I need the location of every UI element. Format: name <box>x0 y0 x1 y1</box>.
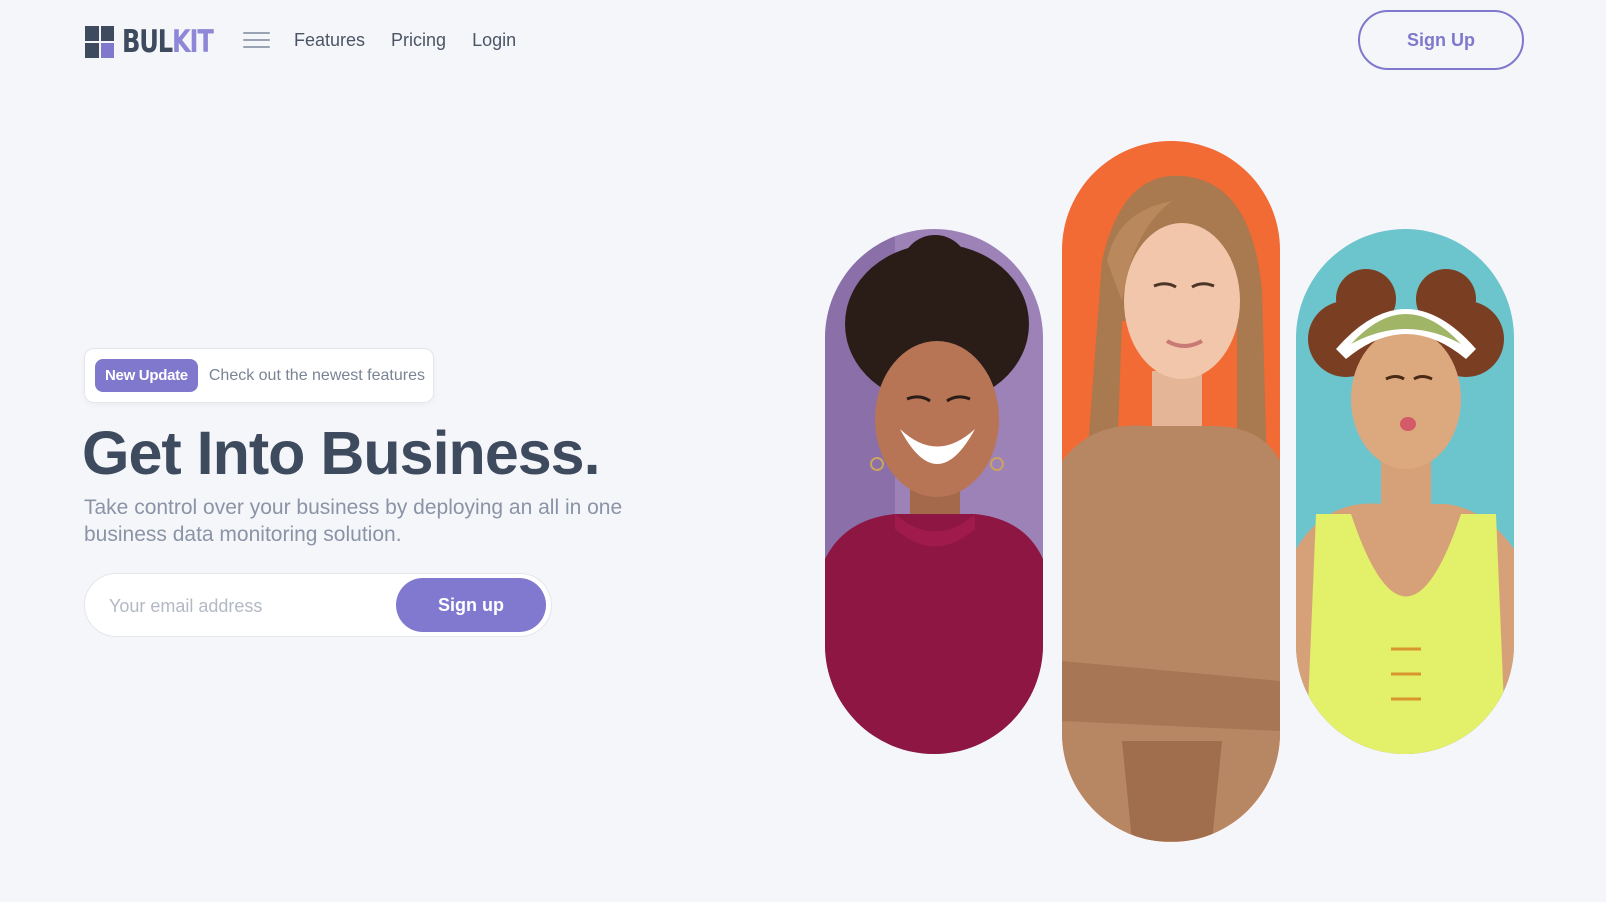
logo-grid-icon <box>85 26 114 58</box>
hero-title: Get Into Business. <box>82 419 601 487</box>
hero-photo-2 <box>1062 141 1280 842</box>
hero-photo-1 <box>825 229 1043 754</box>
hamburger-menu-icon[interactable] <box>243 29 270 51</box>
nav-link-login[interactable]: Login <box>472 28 516 52</box>
brand-wordmark: BULKIT <box>122 24 214 60</box>
nav-link-pricing[interactable]: Pricing <box>391 28 446 52</box>
email-signup-button[interactable]: Sign up <box>396 578 546 632</box>
signup-button[interactable]: Sign Up <box>1358 10 1524 70</box>
brand-name-part1: BUL <box>122 24 173 60</box>
hero-photo-3 <box>1296 229 1514 754</box>
email-input[interactable] <box>109 592 369 620</box>
new-update-badge: New Update <box>95 359 198 392</box>
announcement-text: Check out the newest features <box>208 366 425 384</box>
nav-links: Features Pricing Login <box>294 28 516 52</box>
nav-link-features[interactable]: Features <box>294 28 365 52</box>
update-announcement[interactable]: New Update Check out the newest features <box>84 348 434 403</box>
landing-page: BULKIT Features Pricing Login Sign Up Ne… <box>0 0 1606 902</box>
brand-logo[interactable]: BULKIT <box>85 24 238 60</box>
hero-subtitle: Take control over your business by deplo… <box>84 496 623 546</box>
top-navbar: BULKIT Features Pricing Login Sign Up <box>0 0 1606 80</box>
brand-name-part2: KIT <box>171 24 214 60</box>
email-signup-form: Sign up <box>84 573 552 637</box>
